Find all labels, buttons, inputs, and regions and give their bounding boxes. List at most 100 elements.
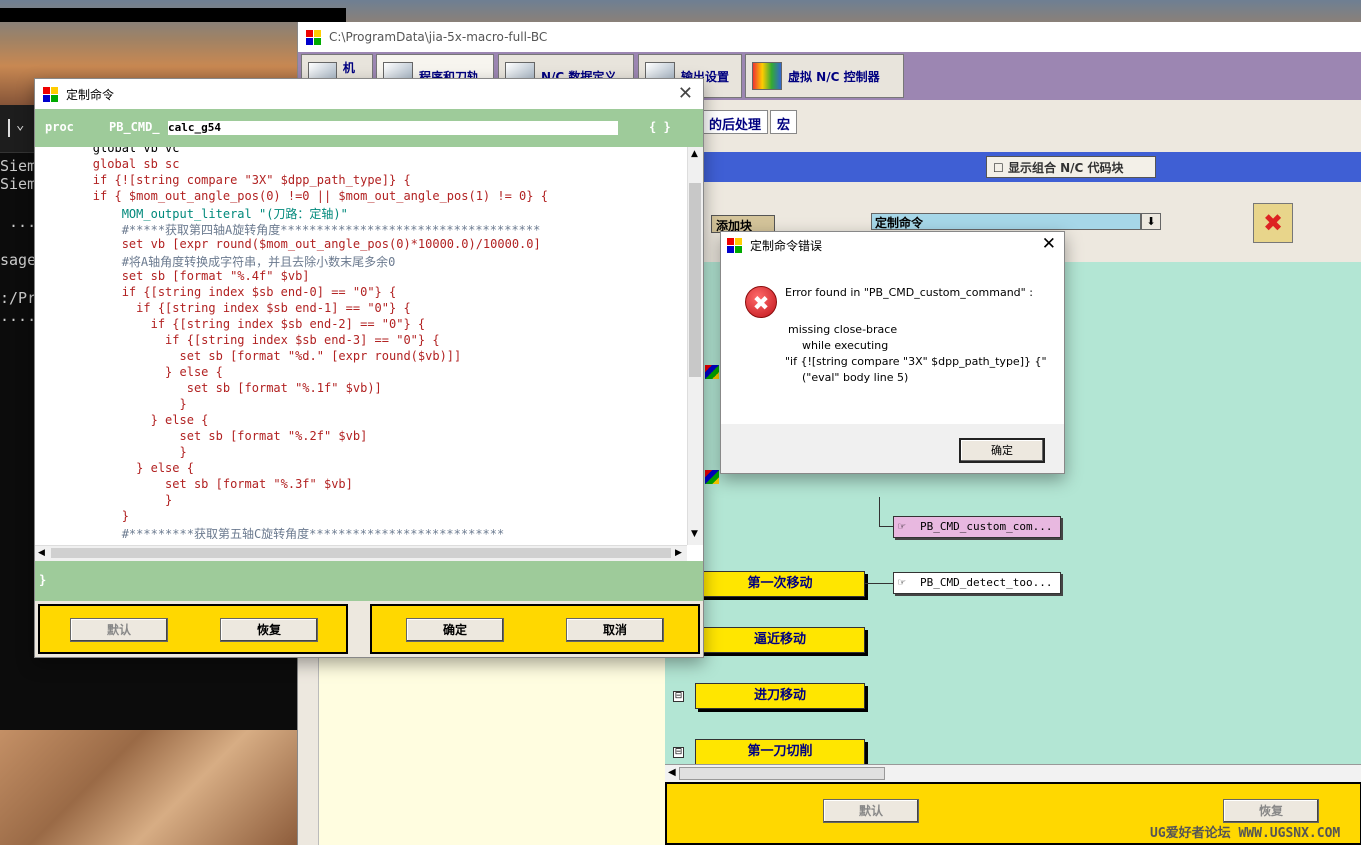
tree-connector: [865, 583, 893, 584]
code-line: global sb sc: [35, 157, 180, 171]
code-line: if {[string index $sb end-0] == "0"} {: [35, 285, 397, 299]
command-block-detect[interactable]: ☞ PB_CMD_detect_too...: [893, 572, 1061, 594]
command-label: PB_CMD_detect_too...: [920, 576, 1053, 589]
code-line: if {[string index $sb end-3] == "0"} {: [35, 333, 440, 347]
default-button[interactable]: 默认: [823, 799, 919, 823]
code-line: #*********获取第五轴C旋转角度********************…: [35, 527, 505, 539]
hand-icon: ☞: [898, 575, 906, 589]
scroll-up-icon[interactable]: ▲: [691, 149, 698, 159]
app-logo-icon: [43, 86, 58, 102]
proc-prefix: PB_CMD_: [109, 120, 160, 134]
event-icon: [705, 470, 719, 484]
dialog-ok-button[interactable]: 确定: [959, 438, 1045, 463]
window-title: C:\ProgramData\jia-5x-macro-full-BC: [329, 30, 548, 44]
vnc-icon: [752, 62, 782, 90]
restore-button[interactable]: 恢复: [220, 618, 318, 642]
event-icon: [705, 365, 719, 379]
window-titlebar: C:\ProgramData\jia-5x-macro-full-BC: [298, 22, 1361, 52]
ok-button[interactable]: 确定: [406, 618, 504, 642]
dialog-titlebar: 定制命令错误 ✕: [721, 232, 1064, 258]
terminal-line: sage: [0, 251, 37, 269]
code-line: MOM_output_literal "(刀路：定轴)": [35, 207, 348, 221]
code-line: if {![string compare "3X" $dpp_path_type…: [35, 173, 411, 187]
code-line: set sb [format "%.2f" $vb]: [35, 429, 368, 443]
black-bar: [0, 8, 346, 22]
code-line: global vb vc: [35, 147, 180, 155]
event-first-cut[interactable]: 第一刀切削: [695, 739, 865, 765]
code-line: #将A轴角度转换成字符串，并且去除小数末尾多余0: [35, 255, 396, 269]
proc-keyword: proc: [45, 120, 74, 134]
block-type-select[interactable]: 定制命令: [871, 213, 1141, 230]
close-icon[interactable]: ✕: [678, 83, 693, 104]
error-dialog: 定制命令错误 ✕ ✖ Error found in "PB_CMD_custom…: [720, 231, 1065, 474]
command-label: PB_CMD_custom_com...: [920, 520, 1053, 533]
tree-connector: [879, 526, 893, 527]
command-block-custom[interactable]: ☞ PB_CMD_custom_com...: [893, 516, 1061, 538]
code-line: set vb [expr round($mom_out_angle_pos(0)…: [35, 237, 541, 251]
show-combined-nc-checkbox[interactable]: ☐ 显示组合 N/C 代码块: [986, 156, 1156, 178]
terminal-line: ....: [0, 307, 37, 325]
scroll-thumb[interactable]: [679, 767, 885, 780]
scroll-right-icon[interactable]: ▶: [675, 548, 682, 558]
scroll-left-icon[interactable]: ◀: [668, 767, 676, 778]
left-button-group: 默认 恢复: [38, 604, 348, 654]
tree-connector: [879, 497, 880, 527]
dropdown-arrow-icon[interactable]: ⬇: [1141, 213, 1161, 230]
hand-icon: ☞: [898, 519, 906, 533]
code-line: set sb [format "%.3f" $vb]: [35, 477, 353, 491]
event-engage-move[interactable]: 进刀移动: [695, 683, 865, 709]
app-logo-icon: [306, 29, 321, 45]
code-line: }: [35, 445, 187, 459]
editor-titlebar: 定制命令 ✕: [35, 79, 703, 109]
error-message-line: "if {![string compare "3X" $dpp_path_typ…: [785, 355, 1047, 368]
code-line: } else {: [35, 461, 194, 475]
proc-name-input[interactable]: calc_g54: [168, 121, 618, 135]
event-label: 第一次移动: [747, 576, 813, 591]
code-line: }: [35, 493, 173, 507]
collapse-icon[interactable]: ⊟: [673, 691, 684, 702]
proc-header: proc PB_CMD_ calc_g54 { }: [35, 109, 703, 147]
checkbox-label: 显示组合 N/C 代码块: [1007, 161, 1124, 175]
scroll-thumb[interactable]: [689, 183, 701, 377]
cancel-button[interactable]: 取消: [566, 618, 664, 642]
editor-button-bar: 默认 恢复 确定 取消: [35, 601, 703, 657]
tab-virtual-nc-controller[interactable]: 虚拟 N/C 控制器: [745, 54, 904, 98]
error-message-line: while executing: [788, 339, 889, 352]
tab-post-processing[interactable]: 的后处理: [702, 110, 769, 134]
close-icon[interactable]: ✕: [1042, 234, 1056, 254]
error-message-line: missing close-brace: [788, 323, 898, 336]
trash-icon[interactable]: ✖: [1253, 203, 1293, 243]
chevron-down-icon[interactable]: ⌄: [16, 117, 24, 133]
event-label: 逼近移动: [753, 632, 806, 647]
code-line: set sb [format "%.1f" $vb)]: [35, 381, 382, 395]
code-line: if {[string index $sb end-1] == "0"} {: [35, 301, 411, 315]
editor-title: 定制命令: [66, 87, 115, 102]
code-line: }: [35, 509, 129, 523]
event-first-move[interactable]: 第一次移动: [695, 571, 865, 597]
scroll-down-icon[interactable]: ▼: [691, 529, 698, 539]
checkbox-icon: ☐: [993, 161, 1004, 175]
brace-close: }: [39, 573, 47, 587]
terminal-line: Siem: [0, 175, 37, 193]
default-button[interactable]: 默认: [70, 618, 168, 642]
code-editor[interactable]: global vb vc global sb sc if {![string c…: [35, 147, 687, 539]
tab-macro[interactable]: 宏: [770, 110, 798, 134]
code-line: set sb [format "%d." [expr round($vb)]]: [35, 349, 462, 363]
event-approach-move[interactable]: 逼近移动: [695, 627, 865, 653]
brace-open: { }: [649, 120, 671, 134]
scroll-thumb[interactable]: [51, 548, 671, 558]
error-icon: ✖: [745, 286, 777, 318]
collapse-icon[interactable]: ⊟: [673, 747, 684, 758]
tree-horizontal-scrollbar[interactable]: ◀: [665, 764, 1361, 782]
tab-label: 虚拟 N/C 控制器: [788, 69, 880, 84]
event-label: 第一刀切削: [747, 744, 813, 759]
watermark: UG爱好者论坛 WWW.UGSNX.COM: [1150, 826, 1341, 841]
code-line: set sb [format "%.4f" $vb]: [35, 269, 310, 283]
left-panel: [318, 642, 665, 845]
code-line: if {[string index $sb end-2] == "0"} {: [35, 317, 426, 331]
custom-command-editor: 定制命令 ✕ proc PB_CMD_ calc_g54 { } global …: [34, 78, 704, 658]
scroll-left-icon[interactable]: ◀: [38, 548, 45, 558]
right-button-group: 确定 取消: [370, 604, 700, 654]
restore-button[interactable]: 恢复: [1223, 799, 1319, 823]
terminal-line: Siem: [0, 157, 37, 175]
